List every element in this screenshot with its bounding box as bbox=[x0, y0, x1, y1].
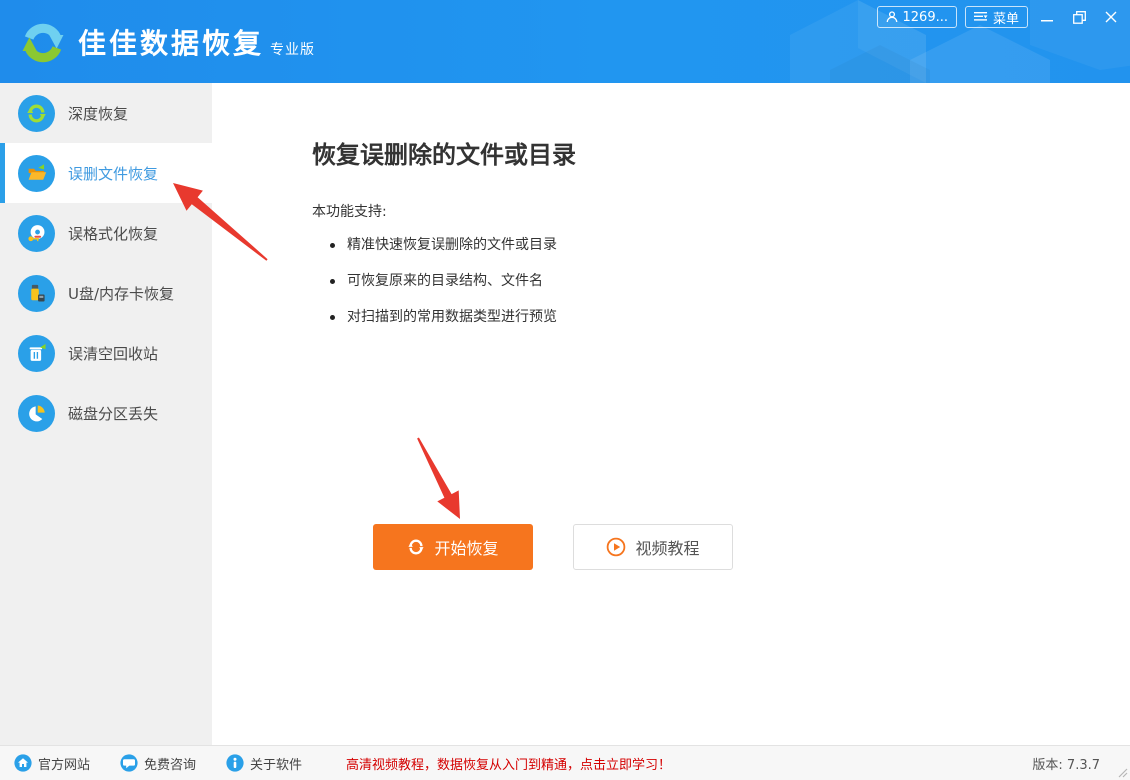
titlebar: 佳佳数据恢复 专业版 1269... 菜单 bbox=[0, 0, 1130, 83]
sidebar-item-label: U盘/内存卡恢复 bbox=[68, 283, 174, 304]
brand: 佳佳数据恢复 专业版 bbox=[18, 0, 315, 83]
play-icon bbox=[606, 537, 626, 557]
feature-item: 可恢复原来的目录结构、文件名 bbox=[330, 271, 557, 292]
footer-link-label: 免费咨询 bbox=[144, 754, 196, 773]
window-controls: 1269... 菜单 bbox=[869, 6, 1125, 28]
info-icon bbox=[226, 754, 244, 772]
footer-link-official-site[interactable]: 官方网站 bbox=[14, 754, 90, 773]
resize-grip[interactable] bbox=[1116, 766, 1128, 778]
deep-recovery-icon bbox=[18, 95, 55, 132]
menu-icon bbox=[974, 11, 988, 23]
partition-pie-icon bbox=[18, 395, 55, 432]
version-label: 版本: 7.3.7 bbox=[1032, 754, 1100, 773]
deleted-file-icon bbox=[18, 155, 55, 192]
sidebar-item-usb-card-recovery[interactable]: U盘/内存卡恢复 bbox=[0, 263, 212, 323]
menu-label: 菜单 bbox=[993, 8, 1019, 27]
action-row: 开始恢复 视频教程 bbox=[373, 524, 733, 570]
footer-bar: 官方网站 免费咨询 关于软件 高清视频教程，数据恢复从入门到精通，点击立即学习！… bbox=[0, 745, 1130, 780]
sidebar-item-label: 误删文件恢复 bbox=[68, 163, 158, 184]
chat-icon bbox=[120, 754, 138, 772]
minimize-button[interactable] bbox=[1034, 6, 1060, 28]
minimize-icon bbox=[1041, 11, 1053, 23]
start-recovery-button[interactable]: 开始恢复 bbox=[373, 524, 533, 570]
video-tutorial-button[interactable]: 视频教程 bbox=[573, 524, 733, 570]
start-recovery-label: 开始恢复 bbox=[434, 535, 498, 559]
format-disk-icon bbox=[18, 215, 55, 252]
app-edition-badge: 专业版 bbox=[270, 39, 315, 59]
usb-card-icon bbox=[18, 275, 55, 312]
account-label: 1269... bbox=[903, 10, 948, 25]
sidebar-item-label: 误清空回收站 bbox=[68, 343, 158, 364]
footer-link-label: 关于软件 bbox=[250, 754, 302, 773]
video-tutorial-label: 视频教程 bbox=[635, 535, 699, 559]
feature-item: 精准快速恢复误删除的文件或目录 bbox=[330, 235, 557, 256]
maximize-button[interactable] bbox=[1066, 6, 1092, 28]
sidebar-item-label: 磁盘分区丢失 bbox=[68, 403, 158, 424]
sidebar-item-format-recovery[interactable]: 误格式化恢复 bbox=[0, 203, 212, 263]
main-content: 恢复误删除的文件或目录 本功能支持: 精准快速恢复误删除的文件或目录 可恢复原来… bbox=[212, 83, 1130, 745]
user-icon bbox=[886, 11, 898, 23]
close-icon bbox=[1105, 11, 1117, 23]
page-title: 恢复误删除的文件或目录 bbox=[312, 135, 576, 170]
sidebar-item-deep-recovery[interactable]: 深度恢复 bbox=[0, 83, 212, 143]
app-title: 佳佳数据恢复 bbox=[78, 22, 264, 62]
sidebar-item-label: 深度恢复 bbox=[68, 103, 128, 124]
menu-button[interactable]: 菜单 bbox=[965, 6, 1028, 28]
footer-link-label: 官方网站 bbox=[38, 754, 90, 773]
sidebar-item-label: 误格式化恢复 bbox=[68, 223, 158, 244]
home-icon bbox=[14, 754, 32, 772]
app-window: 佳佳数据恢复 专业版 1269... 菜单 bbox=[0, 0, 1130, 780]
sidebar-item-lost-partition[interactable]: 磁盘分区丢失 bbox=[0, 383, 212, 443]
footer-link-about[interactable]: 关于软件 bbox=[226, 754, 302, 773]
app-logo-icon bbox=[18, 18, 68, 68]
footer-link-free-consult[interactable]: 免费咨询 bbox=[120, 754, 196, 773]
feature-item: 对扫描到的常用数据类型进行预览 bbox=[330, 307, 557, 328]
account-button[interactable]: 1269... bbox=[877, 6, 957, 28]
feature-list: 精准快速恢复误删除的文件或目录 可恢复原来的目录结构、文件名 对扫描到的常用数据… bbox=[330, 235, 557, 343]
sidebar-item-recycle-bin-recovery[interactable]: 误清空回收站 bbox=[0, 323, 212, 383]
refresh-icon bbox=[407, 538, 425, 556]
sidebar-item-deleted-file-recovery[interactable]: 误删文件恢复 bbox=[0, 143, 212, 203]
support-label: 本功能支持: bbox=[312, 201, 387, 221]
restore-icon bbox=[1073, 11, 1086, 24]
close-button[interactable] bbox=[1098, 6, 1124, 28]
promo-text[interactable]: 高清视频教程，数据恢复从入门到精通，点击立即学习！ bbox=[346, 754, 671, 773]
recycle-bin-icon bbox=[18, 335, 55, 372]
sidebar: 深度恢复 误删文件恢复 bbox=[0, 83, 212, 745]
